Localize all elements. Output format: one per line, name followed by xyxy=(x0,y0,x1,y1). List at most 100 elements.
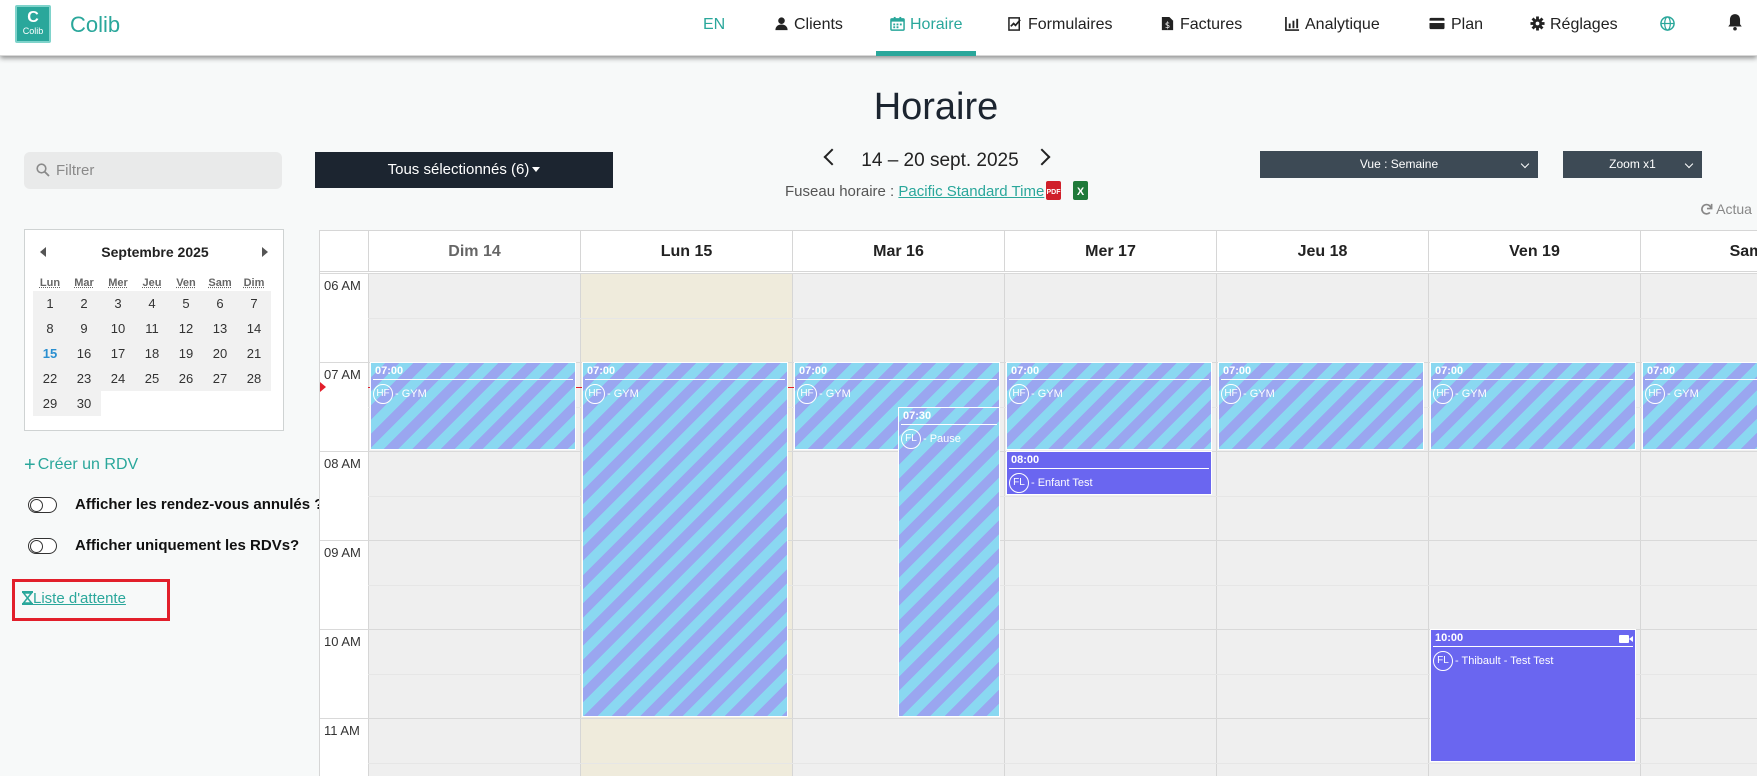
minical-day[interactable]: 16 xyxy=(67,341,101,366)
event-body: FL - Thibault - Test Test xyxy=(1431,647,1635,675)
minical-day[interactable]: 2 xyxy=(67,291,101,316)
timezone-link[interactable]: Pacific Standard Time xyxy=(898,183,1044,200)
zoom-select[interactable]: Zoom x1 xyxy=(1563,151,1702,178)
minical-day[interactable]: 21 xyxy=(237,341,271,366)
day-header[interactable]: Jeu 18 xyxy=(1216,231,1428,272)
globe-button[interactable] xyxy=(1660,0,1680,56)
filter-input[interactable] xyxy=(56,158,271,183)
nav-factures[interactable]: $ Factures xyxy=(1160,0,1242,56)
nav-clients[interactable]: Clients xyxy=(774,0,843,56)
filter-box[interactable] xyxy=(24,152,282,189)
minical-day[interactable]: 13 xyxy=(203,316,237,341)
minical-weekday: Ven xyxy=(176,276,196,289)
calendar-event[interactable]: 07:00 HF - GYM xyxy=(1006,362,1212,450)
minical-day[interactable]: 8 xyxy=(33,316,67,341)
toggle-only-rdv[interactable] xyxy=(28,538,57,555)
day-header[interactable]: Mar 16 xyxy=(792,231,1004,272)
minical-day[interactable]: 10 xyxy=(101,316,135,341)
minical-day[interactable]: 11 xyxy=(135,316,169,341)
day-column[interactable] xyxy=(1216,273,1428,776)
calendar-event[interactable]: 07:30 FL - Pause xyxy=(898,406,1000,717)
colib-logo[interactable]: C Colib xyxy=(15,5,51,43)
minical-day[interactable]: 3 xyxy=(101,291,135,316)
calendar-event[interactable]: 07:00 HF - GYM xyxy=(1218,362,1424,450)
minical-day[interactable]: 22 xyxy=(33,366,67,391)
day-column[interactable] xyxy=(368,273,580,776)
calendar-event[interactable]: 07:00 HF - GYM xyxy=(1430,362,1636,450)
minical-day[interactable]: 28 xyxy=(237,366,271,391)
minical-weekday: Sam xyxy=(208,276,232,289)
day-header[interactable]: Sam xyxy=(1640,231,1757,272)
language-switch[interactable]: EN xyxy=(703,0,725,56)
minical-day[interactable]: 29 xyxy=(33,391,67,416)
day-column[interactable] xyxy=(1004,273,1216,776)
event-title: - Pause xyxy=(923,432,961,445)
nav-analytique-label: Analytique xyxy=(1305,16,1380,33)
select-all-button[interactable]: Tous sélectionnés (6) xyxy=(315,152,613,188)
minical-day[interactable]: 18 xyxy=(135,341,169,366)
nav-formulaires-label: Formulaires xyxy=(1028,16,1113,33)
day-column[interactable] xyxy=(1640,273,1757,776)
event-time: 08:00 xyxy=(1009,452,1209,469)
minical-day[interactable]: 23 xyxy=(67,366,101,391)
view-select[interactable]: Vue : Semaine xyxy=(1260,151,1538,178)
pdf-export-icon[interactable]: PDF xyxy=(1046,181,1061,200)
minical-day[interactable]: 20 xyxy=(203,341,237,366)
minical-day[interactable]: 24 xyxy=(101,366,135,391)
refresh-button[interactable]: Actua xyxy=(1700,201,1752,217)
calendar-event[interactable]: 07:00 HF - GYM xyxy=(582,362,788,717)
minical-day[interactable]: 4 xyxy=(135,291,169,316)
nav-horaire[interactable]: Horaire xyxy=(875,0,978,56)
event-title: - Thibault - Test Test xyxy=(1455,654,1554,667)
minical-day[interactable]: 6 xyxy=(203,291,237,316)
minical-day[interactable]: 27 xyxy=(203,366,237,391)
minical-day[interactable]: 17 xyxy=(101,341,135,366)
bell-icon xyxy=(1728,14,1742,31)
minical-day[interactable]: 14 xyxy=(237,316,271,341)
minical-weekday: Mer xyxy=(108,276,128,289)
nav-formulaires[interactable]: Formulaires xyxy=(1008,0,1112,56)
calendar-event[interactable]: 08:00 FL - Enfant Test xyxy=(1006,451,1212,495)
minical-weekday: Mar xyxy=(74,276,94,289)
event-time: 10:00 xyxy=(1433,630,1633,647)
day-header[interactable]: Lun 15 xyxy=(580,231,792,272)
calendar-event[interactable]: 07:00 HF - GYM xyxy=(370,362,576,450)
brand-name[interactable]: Colib xyxy=(70,12,120,38)
event-body: HF - GYM xyxy=(1643,380,1757,408)
view-dropdown-icon xyxy=(1520,159,1530,169)
day-header[interactable]: Ven 19 xyxy=(1428,231,1640,272)
nav-reglages-label: Réglages xyxy=(1550,16,1618,33)
calendar-event[interactable]: 10:00 FL - Thibault - Test Test xyxy=(1430,629,1636,762)
nav-reglages[interactable]: Réglages xyxy=(1530,0,1618,56)
minical-day[interactable]: 19 xyxy=(169,341,203,366)
chart-icon xyxy=(1285,16,1300,31)
notifications-button[interactable] xyxy=(1726,0,1749,56)
minical-day[interactable]: 1 xyxy=(33,291,67,316)
minical-day[interactable]: 9 xyxy=(67,316,101,341)
excel-export-icon[interactable]: X xyxy=(1073,181,1088,200)
globe-icon xyxy=(1660,16,1675,31)
minical-next-icon[interactable] xyxy=(262,247,268,257)
calendar-header-row: Dim 14Lun 15Mar 16Mer 17Jeu 18Ven 19Sam xyxy=(320,231,1757,272)
day-header[interactable]: Dim 14 xyxy=(368,231,580,272)
minical-day[interactable]: 7 xyxy=(237,291,271,316)
day-header[interactable]: Mer 17 xyxy=(1004,231,1216,272)
calendar-event[interactable]: 07:00 HF - GYM xyxy=(1642,362,1757,450)
minical-day[interactable]: 5 xyxy=(169,291,203,316)
time-label: 07 AM xyxy=(324,367,361,382)
waitlist-link[interactable]: Liste d'attente xyxy=(21,590,126,607)
half-hour-line xyxy=(368,495,1757,497)
nav-plan[interactable]: Plan xyxy=(1428,0,1483,56)
minical-day[interactable]: 30 xyxy=(67,391,101,416)
nav-analytique[interactable]: Analytique xyxy=(1285,0,1380,56)
create-appointment-link[interactable]: + Créer un RDV xyxy=(24,454,138,477)
toggle-cancelled[interactable] xyxy=(28,497,57,514)
minical-day[interactable]: 25 xyxy=(135,366,169,391)
waitlist-label: Liste d'attente xyxy=(33,590,126,607)
event-initials-badge: HF xyxy=(1433,384,1453,404)
half-hour-line xyxy=(368,762,1757,764)
minical-day[interactable]: 12 xyxy=(169,316,203,341)
minical-day[interactable]: 15 xyxy=(33,341,67,366)
minical-day[interactable]: 26 xyxy=(169,366,203,391)
event-initials-badge: HF xyxy=(585,384,605,404)
